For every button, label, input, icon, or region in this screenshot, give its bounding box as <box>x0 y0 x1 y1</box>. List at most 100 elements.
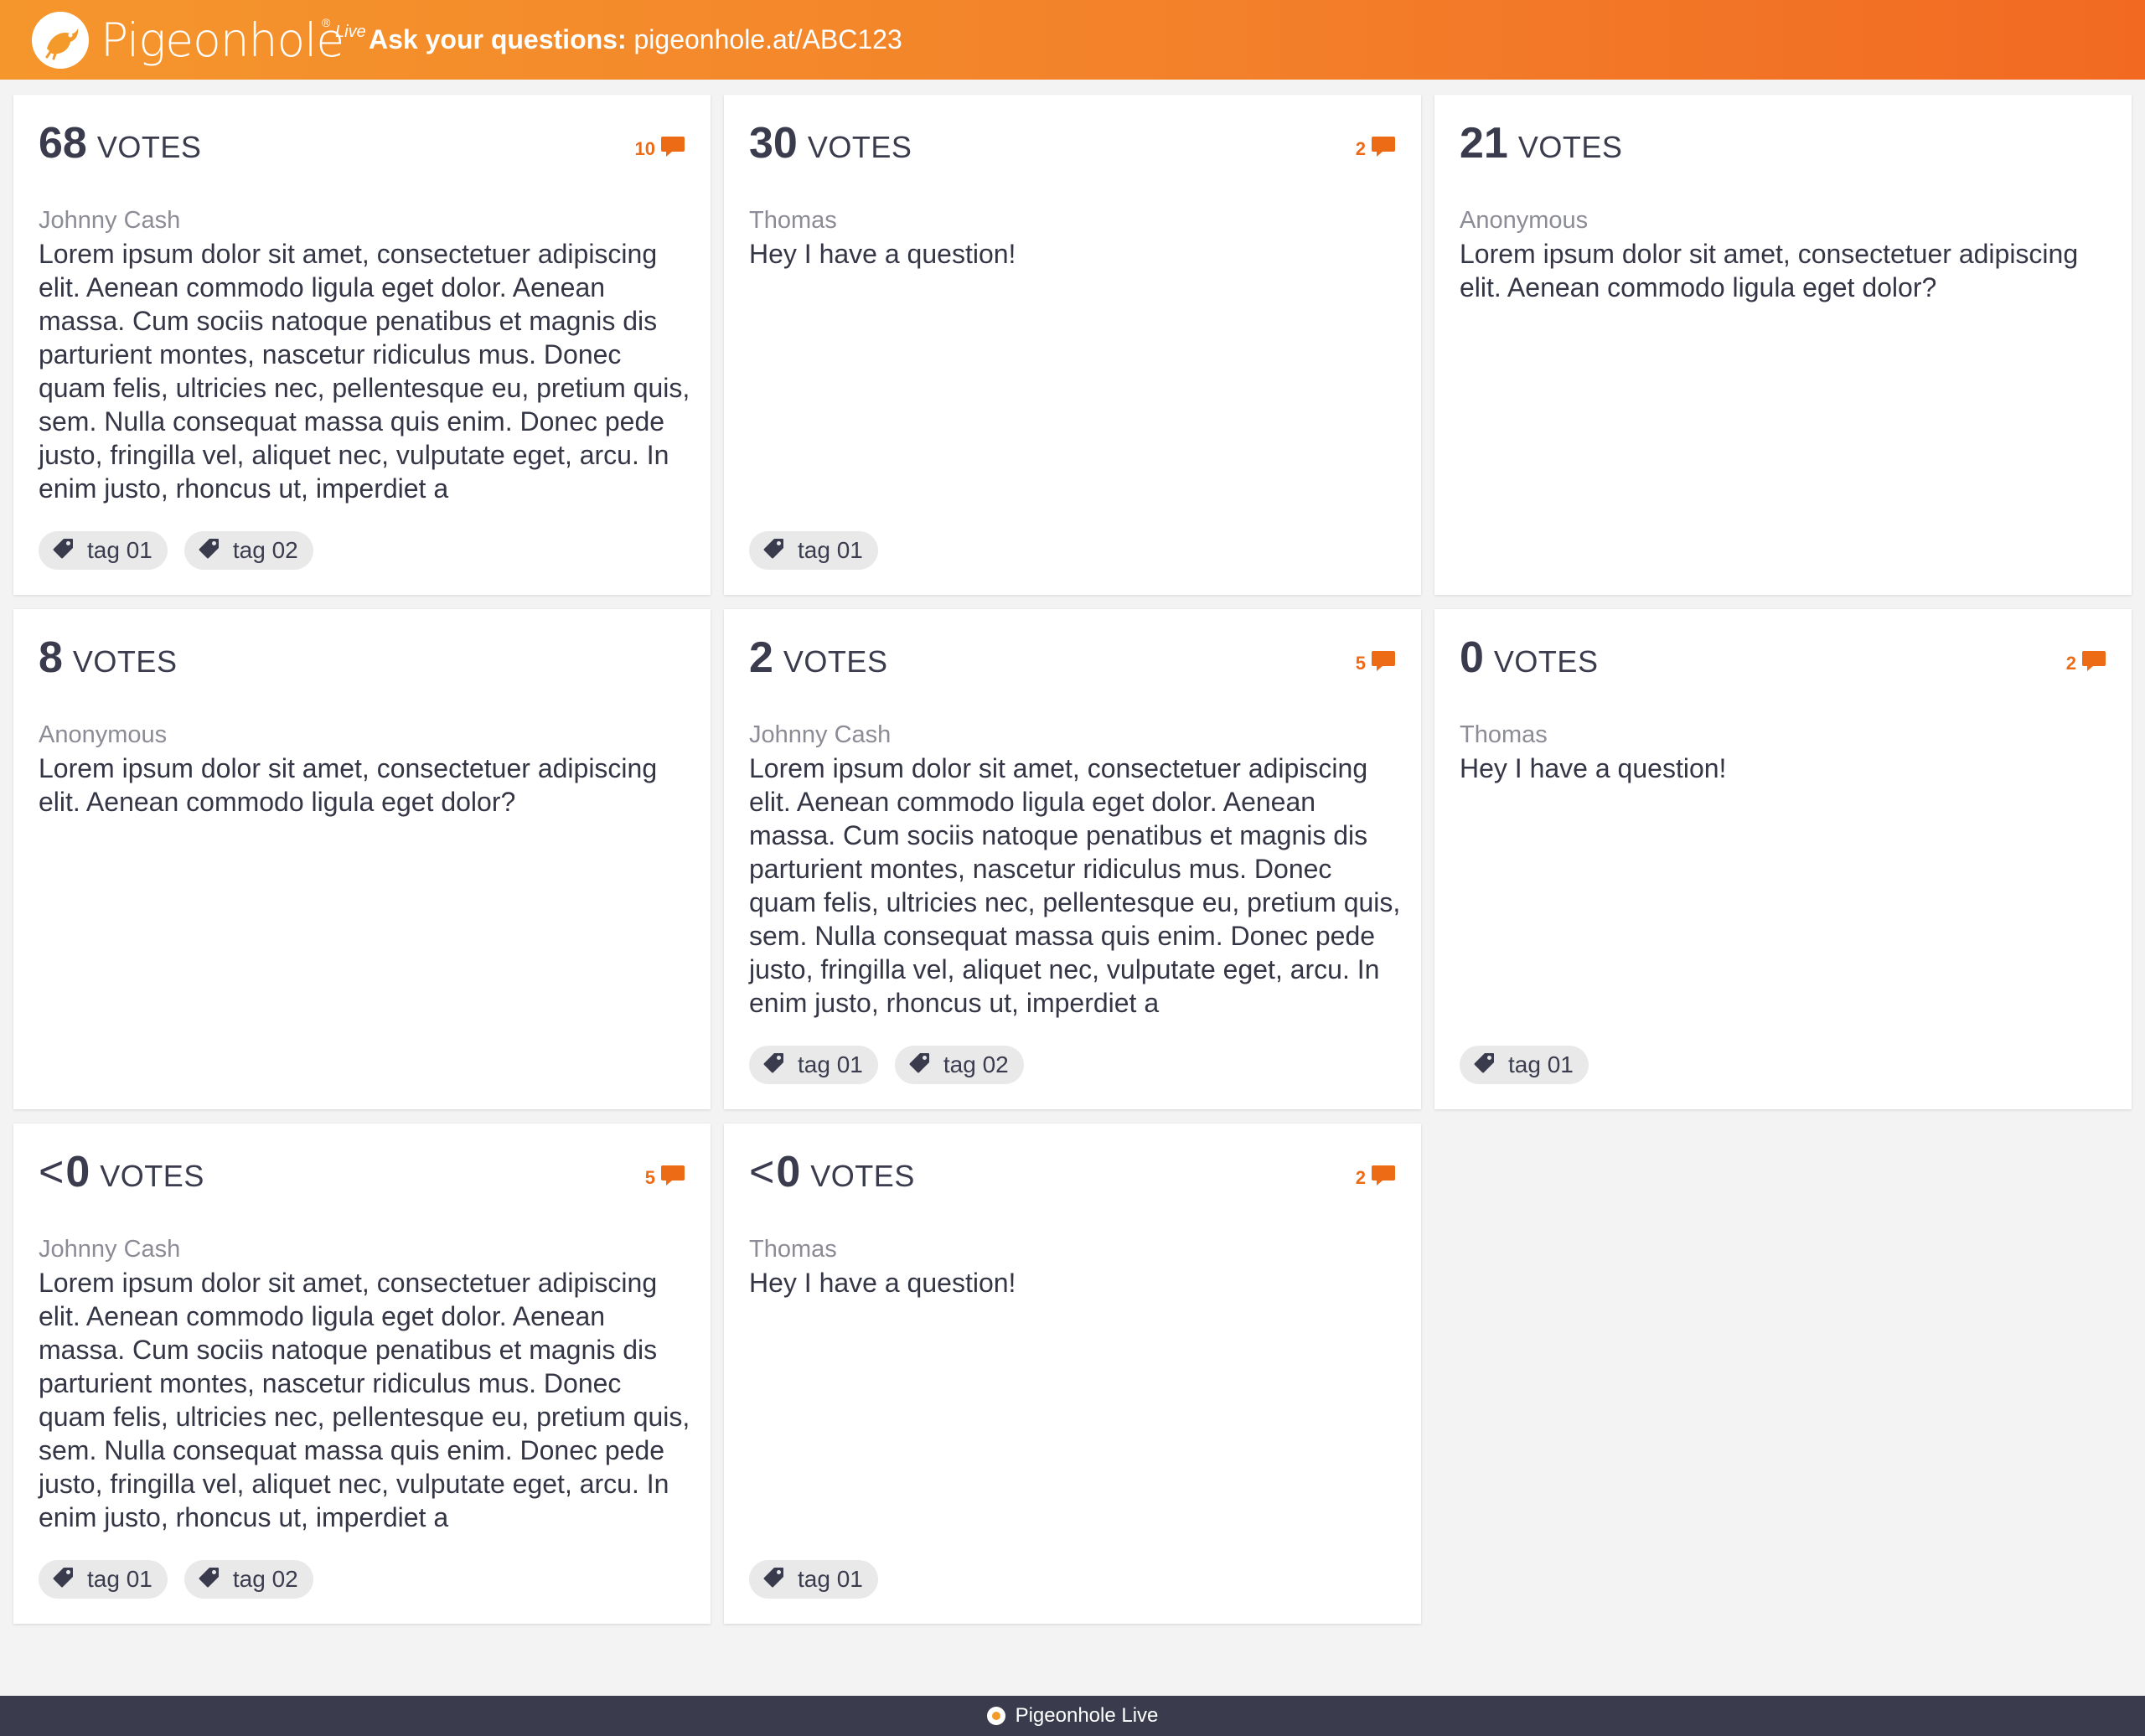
question-author: Johnny Cash <box>39 1236 181 1263</box>
tag-icon <box>908 1051 943 1080</box>
comment-bubble-icon <box>655 1164 685 1192</box>
comment-count: 2 <box>2065 653 2076 674</box>
question-text: Lorem ipsum dolor sit amet, consectetuer… <box>749 753 1401 1018</box>
tag-chip[interactable]: tag 01 <box>749 1560 878 1599</box>
vote-count: 0 VOTES <box>1460 633 1598 683</box>
question-card[interactable]: 8 VOTES Anonymous Lorem ipsum dolor sit ame… <box>13 609 711 1109</box>
question-card[interactable]: 68 VOTES 10 Johnny Cash Lorem ipsum dolor si… <box>13 95 711 595</box>
vote-number: 0 <box>1460 633 1484 682</box>
tag-icon <box>52 1565 87 1594</box>
votes-label: VOTES <box>810 1159 915 1193</box>
vote-number: 30 <box>749 119 798 168</box>
tag-label: tag 01 <box>87 1566 152 1592</box>
tag-list: tag 01 <box>749 1560 878 1599</box>
question-text: Hey I have a question! <box>1460 753 1727 783</box>
question-text: Lorem ipsum dolor sit amet, consectetuer… <box>39 753 658 817</box>
question-text: Hey I have a question! <box>749 1268 1016 1298</box>
comment-bubble-icon <box>655 135 685 163</box>
tag-list: tag 01 tag 02 <box>39 531 313 570</box>
comment-count-button[interactable]: 2 <box>1356 135 1396 163</box>
comment-count: 5 <box>644 1167 655 1188</box>
question-card[interactable]: 0 VOTES 2 Thomas Hey I have a question! tag 0… <box>1434 609 2132 1109</box>
comment-count-button[interactable]: 5 <box>1356 649 1396 678</box>
tag-icon <box>1473 1051 1508 1080</box>
question-author: Anonymous <box>39 721 168 748</box>
comment-count-button[interactable]: 5 <box>645 1164 685 1192</box>
tag-icon <box>762 1565 798 1594</box>
comment-count-button[interactable]: 2 <box>2066 649 2106 678</box>
pigeonhole-logo[interactable]: Pigeonhole ® Live <box>32 9 366 71</box>
tag-chip[interactable]: tag 01 <box>39 531 168 570</box>
tag-chip[interactable]: tag 01 <box>1460 1046 1589 1084</box>
footer-label: Pigeonhole Live <box>1015 1704 1159 1727</box>
comment-count-button[interactable]: 10 <box>635 135 685 163</box>
tag-label: tag 02 <box>232 537 298 563</box>
question-card[interactable]: <0 VOTES 2 Thomas Hey I have a question! tag … <box>724 1124 1421 1624</box>
tag-list: tag 01 <box>749 531 878 570</box>
tag-label: tag 01 <box>1508 1051 1574 1077</box>
votes-label: VOTES <box>96 130 202 164</box>
tag-icon <box>762 1051 798 1080</box>
tag-list: tag 01 tag 02 <box>39 1560 313 1599</box>
comment-count-button[interactable]: 2 <box>1356 1164 1396 1192</box>
vote-number: 8 <box>39 633 63 682</box>
comment-bubble-icon <box>2076 649 2106 678</box>
tag-list: tag 01 tag 02 <box>749 1046 1024 1084</box>
question-text: Lorem ipsum dolor sit amet, consectetuer… <box>39 239 690 504</box>
vote-count: 2 VOTES <box>749 633 887 683</box>
vote-number: 21 <box>1460 119 1508 168</box>
ask-url[interactable]: pigeonhole.at/ABC123 <box>634 24 902 54</box>
header-bar: Pigeonhole ® Live Ask your questions: pi… <box>0 0 2145 80</box>
tag-chip[interactable]: tag 02 <box>183 531 313 570</box>
question-card[interactable]: 30 VOTES 2 Thomas Hey I have a question! tag … <box>724 95 1421 595</box>
vote-number: 2 <box>749 633 773 682</box>
vote-prefix: < <box>749 1148 775 1196</box>
footer-bar: Pigeonhole Live <box>0 1696 2145 1736</box>
vote-number: 68 <box>39 119 87 168</box>
comment-count: 5 <box>1355 653 1366 674</box>
question-author: Thomas <box>749 207 837 234</box>
comment-bubble-icon <box>1366 649 1396 678</box>
tag-chip[interactable]: tag 01 <box>749 531 878 570</box>
vote-number: 0 <box>65 1148 90 1196</box>
vote-count: 8 VOTES <box>39 633 177 683</box>
tag-label: tag 01 <box>87 537 152 563</box>
question-author: Thomas <box>1460 721 1548 748</box>
votes-label: VOTES <box>72 644 178 679</box>
question-card[interactable]: 2 VOTES 5 Johnny Cash Lorem ipsum dolor sit … <box>724 609 1421 1109</box>
question-text: Hey I have a question! <box>749 239 1016 269</box>
brand-registered-mark: ® <box>322 16 331 29</box>
comment-bubble-icon <box>1366 1164 1396 1192</box>
ask-label: Ask your questions: <box>369 24 627 54</box>
tag-icon <box>198 536 233 566</box>
tag-chip[interactable]: tag 02 <box>894 1046 1024 1084</box>
tag-label: tag 01 <box>798 1566 863 1592</box>
vote-prefix: < <box>39 1148 65 1196</box>
vote-count: 68 VOTES <box>39 118 201 168</box>
tag-list: tag 01 <box>1460 1046 1589 1084</box>
question-card[interactable]: <0 VOTES 5 Johnny Cash Lorem ipsum dolor sit… <box>13 1124 711 1624</box>
tag-label: tag 02 <box>943 1051 1009 1077</box>
vote-count: 21 VOTES <box>1460 118 1622 168</box>
brand-live-suffix: Live <box>335 23 366 41</box>
votes-label: VOTES <box>1493 644 1599 679</box>
vote-count: 30 VOTES <box>749 118 912 168</box>
votes-label: VOTES <box>807 130 912 164</box>
question-text: Lorem ipsum dolor sit amet, consectetuer… <box>1460 239 2079 302</box>
vote-count: <0 VOTES <box>39 1147 204 1197</box>
tag-label: tag 02 <box>232 1566 298 1592</box>
votes-label: VOTES <box>100 1159 204 1193</box>
question-author: Johnny Cash <box>749 721 892 748</box>
pigeon-bird-icon <box>32 12 89 69</box>
tag-chip[interactable]: tag 02 <box>183 1560 313 1599</box>
tag-label: tag 01 <box>798 537 863 563</box>
tag-label: tag 01 <box>798 1051 863 1077</box>
question-text: Lorem ipsum dolor sit amet, consectetuer… <box>39 1268 690 1532</box>
question-card[interactable]: 21 VOTES Anonymous Lorem ipsum dolor sit am… <box>1434 95 2132 595</box>
question-author: Thomas <box>749 1236 837 1263</box>
footer-logo-icon <box>986 1707 1005 1725</box>
comment-count: 2 <box>1355 138 1366 159</box>
vote-number: 0 <box>776 1148 801 1196</box>
tag-chip[interactable]: tag 01 <box>39 1560 168 1599</box>
tag-chip[interactable]: tag 01 <box>749 1046 878 1084</box>
